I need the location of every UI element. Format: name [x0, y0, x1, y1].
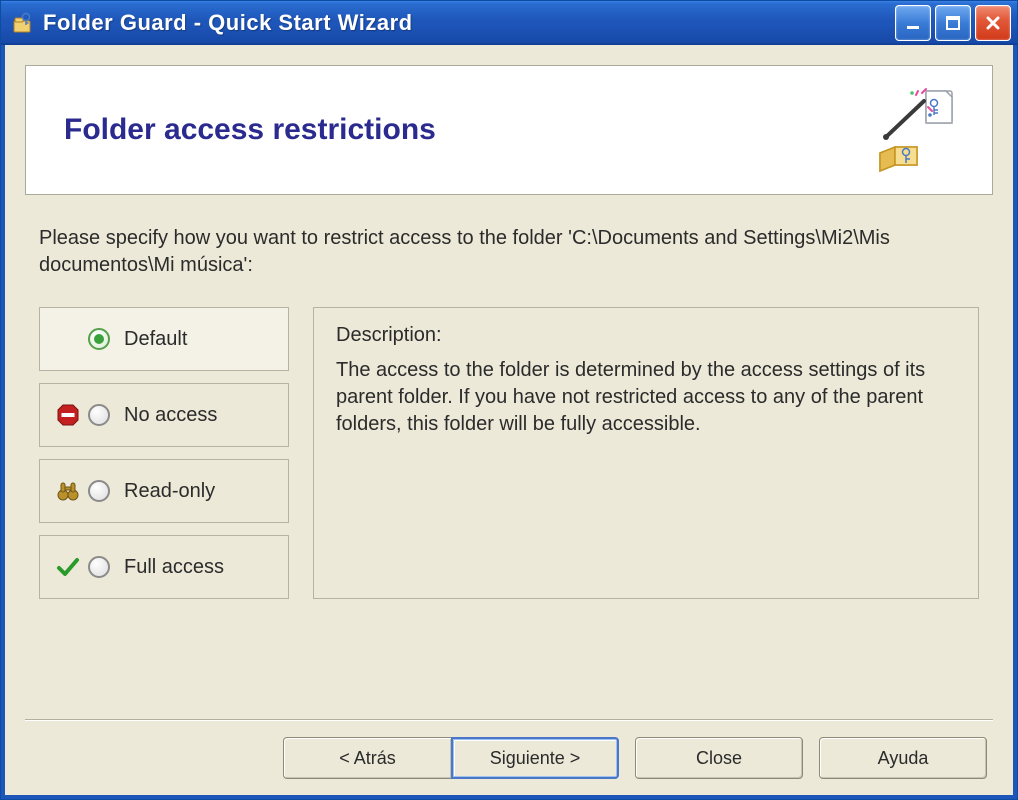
binoculars-icon	[56, 479, 80, 503]
footer-divider	[25, 719, 993, 721]
option-read-only-label: Read-only	[124, 480, 215, 503]
app-icon	[11, 12, 33, 34]
wizard-window: Folder Guard - Quick Start Wizard Folder…	[0, 0, 1018, 800]
back-button[interactable]: < Atrás	[283, 737, 451, 779]
option-no-access[interactable]: No access	[39, 383, 289, 447]
spacer-icon	[56, 327, 80, 351]
window-title: Folder Guard - Quick Start Wizard	[43, 10, 895, 36]
wizard-header: Folder access restrictions	[25, 65, 993, 195]
radio-read-only[interactable]	[88, 480, 110, 502]
checkmark-icon	[56, 555, 80, 579]
maximize-button[interactable]	[935, 5, 971, 41]
footer-buttons: < Atrás Siguiente > Close Ayuda	[25, 737, 993, 779]
radio-no-access[interactable]	[88, 404, 110, 426]
next-button[interactable]: Siguiente >	[451, 737, 619, 779]
option-full-access-label: Full access	[124, 556, 224, 579]
instruction-text: Please specify how you want to restrict …	[39, 225, 979, 279]
main-content: Default No access	[39, 307, 979, 599]
option-default-label: Default	[124, 328, 187, 351]
radio-full-access[interactable]	[88, 556, 110, 578]
description-body: The access to the folder is determined b…	[336, 357, 956, 438]
description-panel: Description: The access to the folder is…	[313, 307, 979, 599]
window-controls	[895, 5, 1011, 41]
titlebar: Folder Guard - Quick Start Wizard	[1, 1, 1017, 45]
radio-default[interactable]	[88, 328, 110, 350]
options-column: Default No access	[39, 307, 289, 599]
wizard-icon	[872, 85, 962, 175]
close-button[interactable]: Close	[635, 737, 803, 779]
option-full-access[interactable]: Full access	[39, 535, 289, 599]
page-title: Folder access restrictions	[64, 113, 436, 147]
stop-icon	[56, 403, 80, 427]
description-title: Description:	[336, 324, 956, 347]
help-button[interactable]: Ayuda	[819, 737, 987, 779]
radio-selected-dot	[94, 334, 104, 344]
client-area: Folder access restrictions	[1, 45, 1017, 799]
minimize-button[interactable]	[895, 5, 931, 41]
option-default[interactable]: Default	[39, 307, 289, 371]
option-read-only[interactable]: Read-only	[39, 459, 289, 523]
close-window-button[interactable]	[975, 5, 1011, 41]
option-no-access-label: No access	[124, 404, 217, 427]
